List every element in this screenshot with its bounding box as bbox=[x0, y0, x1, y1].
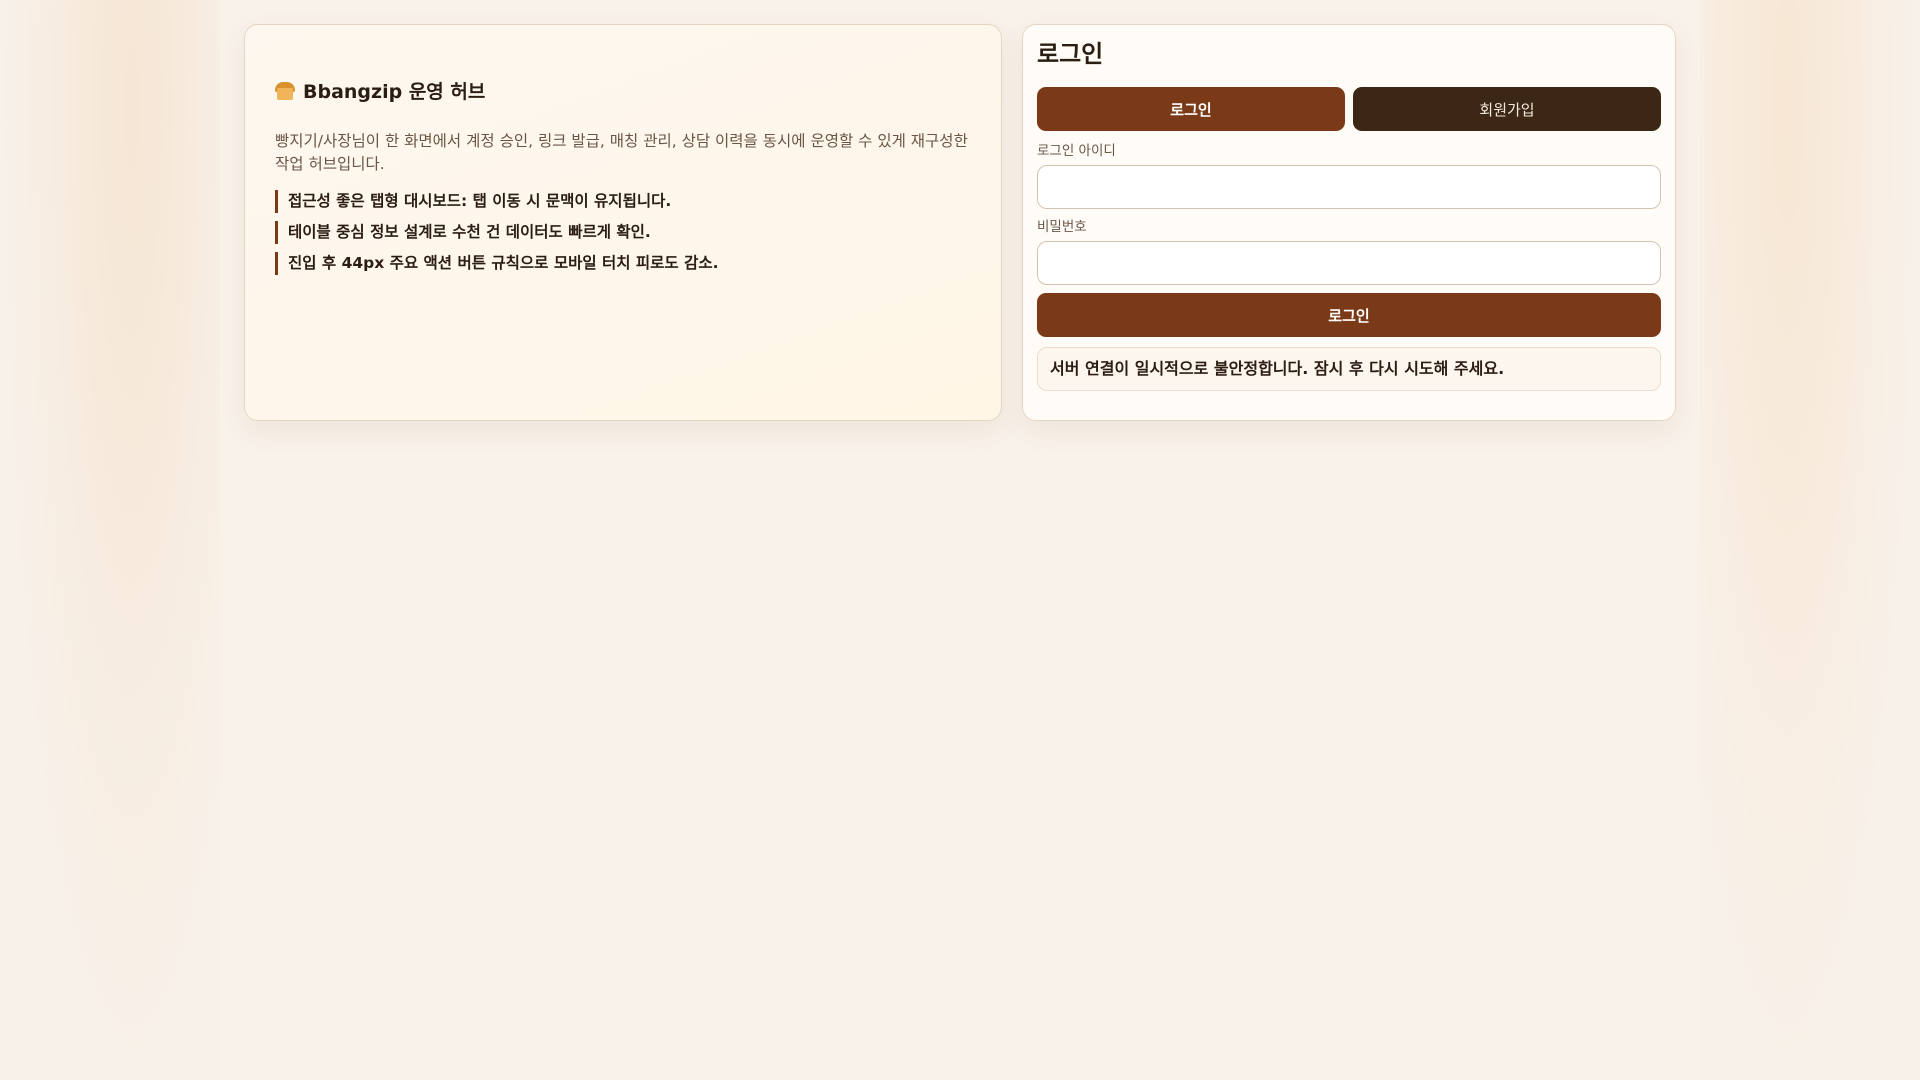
hero-panel: Bbangzip 운영 허브 빵지기/사장님이 한 화면에서 계정 승인, 링크… bbox=[244, 24, 1002, 421]
login-card: 로그인 로그인 회원가입 로그인 아이디 비밀번호 로그인 서버 연결이 일시적… bbox=[1022, 24, 1676, 421]
login-id-label: 로그인 아이디 bbox=[1037, 143, 1116, 159]
feature-item: 진입 후 44px 주요 액션 버튼 규칙으로 모바일 터치 피로도 감소. bbox=[275, 252, 971, 275]
feature-list: 접근성 좋은 탭형 대시보드: 탭 이동 시 문맥이 유지됩니다. 테이블 중심… bbox=[275, 190, 971, 275]
feature-item: 테이블 중심 정보 설계로 수천 건 데이터도 빠르게 확인. bbox=[275, 221, 971, 244]
bread-icon bbox=[275, 81, 295, 100]
hero-description: 빵지기/사장님이 한 화면에서 계정 승인, 링크 발급, 매칭 관리, 상담 … bbox=[275, 132, 968, 173]
login-submit-button[interactable]: 로그인 bbox=[1037, 293, 1661, 337]
background-right-glow bbox=[1700, 0, 1920, 1080]
feature-item: 접근성 좋은 탭형 대시보드: 탭 이동 시 문맥이 유지됩니다. bbox=[275, 190, 971, 213]
tab-login[interactable]: 로그인 bbox=[1037, 87, 1345, 131]
status-message: 서버 연결이 일시적으로 불안정합니다. 잠시 후 다시 시도해 주세요. bbox=[1037, 347, 1661, 391]
page-shell: Bbangzip 운영 허브 빵지기/사장님이 한 화면에서 계정 승인, 링크… bbox=[244, 24, 1676, 421]
login-id-input[interactable] bbox=[1037, 165, 1661, 209]
background-left-glow bbox=[0, 0, 220, 1080]
password-input[interactable] bbox=[1037, 241, 1661, 285]
login-title: 로그인 bbox=[1037, 40, 1104, 68]
password-label: 비밀번호 bbox=[1037, 219, 1087, 235]
hero-title-text: Bbangzip 운영 허브 bbox=[303, 81, 486, 103]
auth-tabs: 로그인 회원가입 bbox=[1037, 87, 1661, 131]
hero-title: Bbangzip 운영 허브 bbox=[275, 77, 971, 104]
tab-signup[interactable]: 회원가입 bbox=[1353, 87, 1661, 131]
